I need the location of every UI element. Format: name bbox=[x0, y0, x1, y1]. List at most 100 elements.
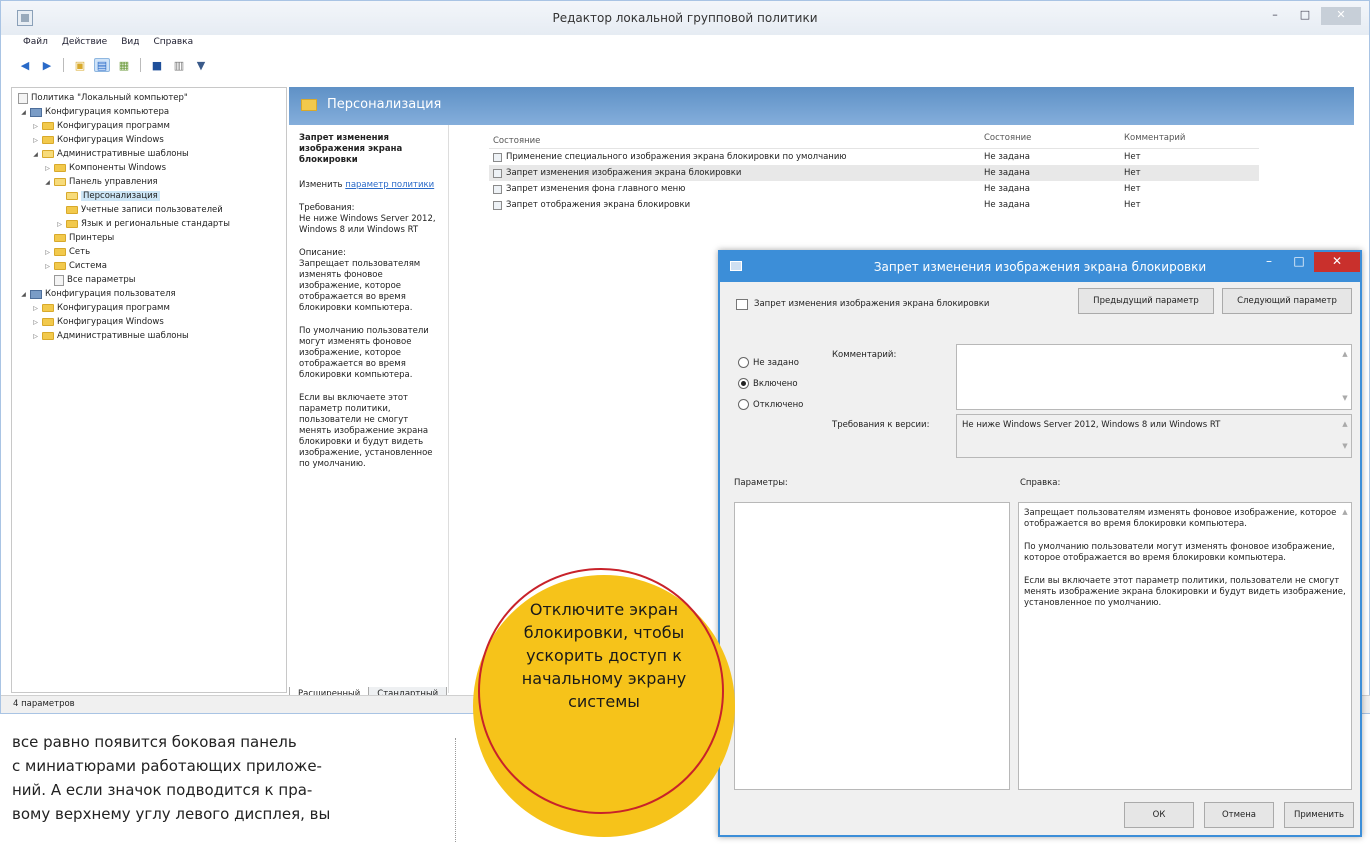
tree-item-control-panel[interactable]: ◢ Панель управления bbox=[44, 176, 157, 188]
tree-item-software-config[interactable]: ▷ Конфигурация программ bbox=[32, 120, 170, 132]
collapse-icon[interactable]: ◢ bbox=[32, 151, 39, 158]
tree-item-user-config[interactable]: ◢ Конфигурация пользователя bbox=[20, 288, 176, 300]
requirements-text: Требования: Не ниже Windows Server 2012,… bbox=[299, 203, 436, 235]
dotted-divider bbox=[455, 738, 456, 842]
policy-setting-icon bbox=[493, 152, 502, 162]
policy-comment: Нет bbox=[1124, 152, 1141, 162]
folder-icon bbox=[301, 99, 317, 111]
help-icon[interactable]: ■ bbox=[149, 58, 165, 72]
description-pane: Запрет изменения изображения экрана блок… bbox=[289, 125, 449, 705]
folder-icon bbox=[54, 262, 66, 270]
list-item[interactable]: Запрет изменения изображения экрана блок… bbox=[489, 165, 1259, 181]
comment-field[interactable]: ▲ ▼ bbox=[956, 344, 1352, 410]
minimize-button[interactable]: – bbox=[1261, 7, 1289, 25]
tree-item-all-settings[interactable]: Все параметры bbox=[54, 274, 136, 286]
maximize-button[interactable]: □ bbox=[1291, 7, 1319, 25]
properties-icon[interactable]: ▥ bbox=[171, 58, 187, 72]
radio-not-set[interactable]: Не задано bbox=[738, 357, 799, 368]
policy-setting-icon bbox=[493, 184, 502, 194]
policy-doc-icon bbox=[18, 92, 28, 104]
folder-open-icon bbox=[42, 150, 54, 158]
tree-label: Персонализация bbox=[81, 191, 160, 201]
tree-item-admin-templates[interactable]: ◢ Административные шаблоны bbox=[32, 148, 189, 160]
radio-disabled[interactable]: Отключено bbox=[738, 399, 803, 410]
column-header-state[interactable]: Состояние bbox=[984, 133, 1124, 148]
back-arrow-icon[interactable]: ◀ bbox=[17, 58, 33, 72]
list-item[interactable]: Применение специального изображения экра… bbox=[489, 149, 1259, 165]
policy-state: Не задана bbox=[984, 184, 1030, 194]
dialog-maximize-button[interactable]: □ bbox=[1284, 252, 1314, 272]
scrollbar[interactable]: ▲ bbox=[1341, 507, 1349, 785]
expand-icon[interactable]: ▷ bbox=[44, 249, 51, 256]
tree-item-user-admin-templates[interactable]: ▷ Административные шаблоны bbox=[32, 330, 189, 342]
edit-policy-link[interactable]: параметр политики bbox=[345, 180, 434, 190]
expand-icon[interactable]: ▷ bbox=[32, 305, 39, 312]
tree-item-printers[interactable]: Принтеры bbox=[54, 232, 114, 244]
collapse-icon[interactable]: ◢ bbox=[20, 109, 27, 116]
folder-icon bbox=[54, 248, 66, 256]
scrollbar[interactable]: ▲ ▼ bbox=[1341, 419, 1349, 453]
apply-button[interactable]: Применить bbox=[1284, 802, 1354, 828]
dialog-minimize-button[interactable]: – bbox=[1254, 252, 1284, 272]
menu-bar: Файл Действие Вид Справка bbox=[1, 37, 1369, 53]
title-bar[interactable]: Редактор локальной групповой политики – … bbox=[1, 1, 1369, 35]
cancel-button[interactable]: Отмена bbox=[1204, 802, 1274, 828]
menu-view[interactable]: Вид bbox=[121, 37, 139, 53]
menu-action[interactable]: Действие bbox=[62, 37, 107, 53]
policy-state: Не задана bbox=[984, 200, 1030, 210]
tree-item-system[interactable]: ▷ Система bbox=[44, 260, 107, 272]
show-hide-tree-icon[interactable]: ▤ bbox=[94, 58, 110, 72]
list-item[interactable]: Запрет отображения экрана блокировки Не … bbox=[489, 197, 1259, 213]
requirements-value: Не ниже Windows Server 2012, Windows 8 и… bbox=[962, 420, 1221, 430]
up-folder-icon[interactable]: ▣ bbox=[72, 58, 88, 72]
next-setting-button[interactable]: Следующий параметр bbox=[1222, 288, 1352, 314]
tree-item-computer-config[interactable]: ◢ Конфигурация компьютера bbox=[20, 106, 169, 118]
folder-open-icon bbox=[66, 192, 78, 200]
tree-item-windows-config[interactable]: ▷ Конфигурация Windows bbox=[32, 134, 164, 146]
expand-icon[interactable]: ▷ bbox=[56, 221, 63, 228]
column-header-comment[interactable]: Комментарий bbox=[1124, 133, 1254, 148]
expand-icon[interactable]: ▷ bbox=[44, 165, 51, 172]
tree-item-user-software-config[interactable]: ▷ Конфигурация программ bbox=[32, 302, 170, 314]
tree-label: Конфигурация программ bbox=[57, 303, 170, 313]
list-item[interactable]: Запрет изменения фона главного меню Не з… bbox=[489, 181, 1259, 197]
folder-icon bbox=[66, 220, 78, 228]
menu-help[interactable]: Справка bbox=[153, 37, 193, 53]
expand-icon[interactable]: ▷ bbox=[32, 123, 39, 130]
expand-icon[interactable]: ▷ bbox=[32, 319, 39, 326]
ok-button[interactable]: ОК bbox=[1124, 802, 1194, 828]
policy-comment: Нет bbox=[1124, 200, 1141, 210]
tree-item-user-accounts[interactable]: Учетные записи пользователей bbox=[66, 204, 223, 216]
previous-setting-button[interactable]: Предыдущий параметр bbox=[1078, 288, 1214, 314]
dialog-close-button[interactable]: ✕ bbox=[1314, 252, 1360, 272]
expand-icon[interactable]: ▷ bbox=[44, 263, 51, 270]
radio-enabled[interactable]: Включено bbox=[738, 378, 798, 389]
column-header-name[interactable]: Состояние bbox=[489, 133, 984, 148]
collapse-icon[interactable]: ◢ bbox=[44, 179, 51, 186]
collapse-icon[interactable]: ◢ bbox=[20, 291, 27, 298]
computer-icon bbox=[30, 107, 42, 117]
tree-item-user-windows-config[interactable]: ▷ Конфигурация Windows bbox=[32, 316, 164, 328]
help-text-3: Если вы включаете этот параметр политики… bbox=[1024, 576, 1346, 608]
comment-label: Комментарий: bbox=[832, 350, 897, 360]
close-button[interactable]: ✕ bbox=[1321, 7, 1361, 25]
requirements-field[interactable]: Не ниже Windows Server 2012, Windows 8 и… bbox=[956, 414, 1352, 458]
tree-item-regional[interactable]: ▷ Язык и региональные стандарты bbox=[56, 218, 230, 230]
dialog-title-bar[interactable]: Запрет изменения изображения экрана блок… bbox=[720, 252, 1360, 282]
expand-icon[interactable]: ▷ bbox=[32, 137, 39, 144]
tree-item-network[interactable]: ▷ Сеть bbox=[44, 246, 90, 258]
tree-item-personalization[interactable]: Персонализация bbox=[66, 190, 160, 202]
tree-item-root[interactable]: Политика "Локальный компьютер" bbox=[18, 92, 188, 104]
tree-label: Конфигурация программ bbox=[57, 121, 170, 131]
tree-label: Учетные записи пользователей bbox=[81, 205, 223, 215]
menu-file[interactable]: Файл bbox=[23, 37, 48, 53]
forward-arrow-icon[interactable]: ▶ bbox=[39, 58, 55, 72]
tree-label: Сеть bbox=[69, 247, 91, 257]
folder-icon bbox=[42, 304, 54, 312]
tree-item-windows-components[interactable]: ▷ Компоненты Windows bbox=[44, 162, 166, 174]
scrollbar[interactable]: ▲ ▼ bbox=[1341, 349, 1349, 405]
help-box[interactable]: Запрещает пользователям изменять фоновое… bbox=[1018, 502, 1352, 790]
filter-icon[interactable]: ▼ bbox=[193, 58, 209, 72]
expand-icon[interactable]: ▷ bbox=[32, 333, 39, 340]
export-list-icon[interactable]: ▦ bbox=[116, 58, 132, 72]
